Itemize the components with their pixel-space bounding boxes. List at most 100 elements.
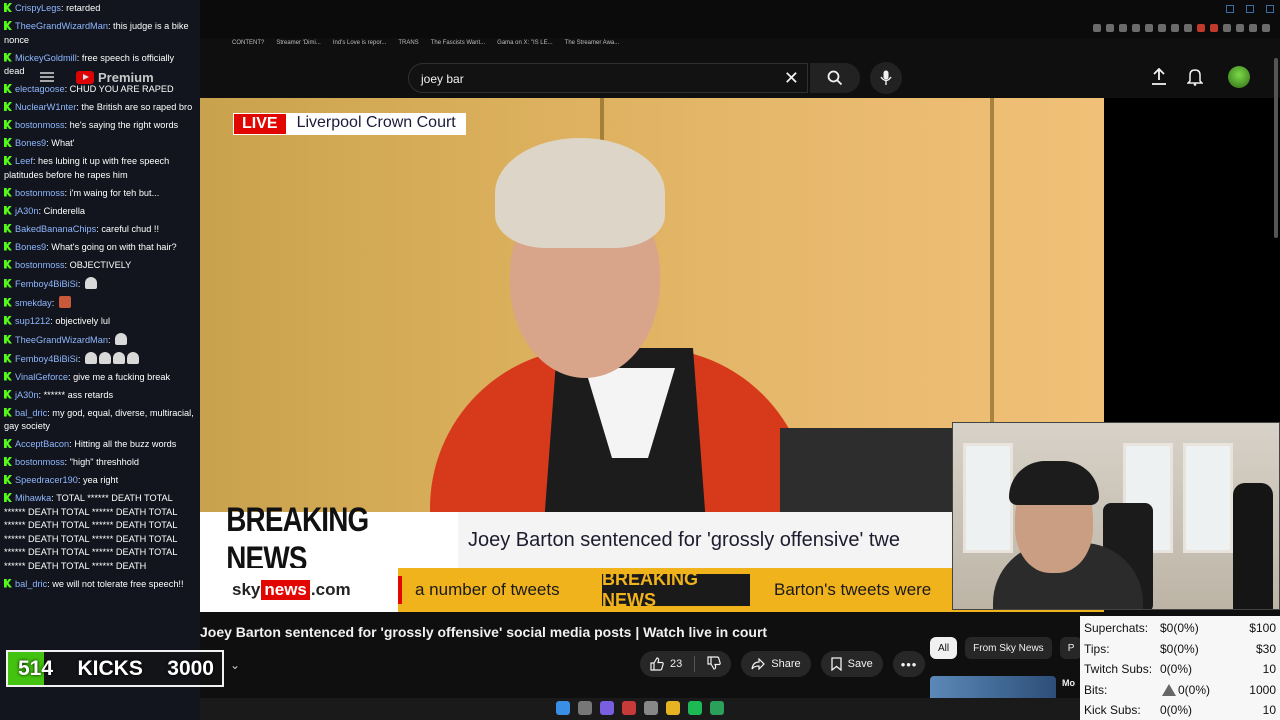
app-icon[interactable] <box>710 701 724 715</box>
bookmark-item[interactable]: Streamer 'Dimi... <box>276 40 320 54</box>
stat-value: 0(0%) <box>1160 683 1240 697</box>
kick-badge-icon <box>4 278 12 288</box>
stat-row: Twitch Subs: 0(0%) 10 <box>1084 659 1276 680</box>
filter-chip[interactable]: P <box>1059 637 1083 659</box>
browser-icon[interactable] <box>644 701 658 715</box>
chat-username[interactable]: BakedBananaChips <box>15 224 96 234</box>
chat-message: bostonmoss: he's saying the right words <box>4 119 196 133</box>
notifications-button[interactable] <box>1184 66 1206 88</box>
chat-text: Cinderella <box>43 205 85 216</box>
judge-wig <box>495 138 665 248</box>
chat-text: we will not tolerate free speech!! <box>52 578 184 589</box>
close-window-icon[interactable] <box>1266 5 1274 13</box>
discord-icon[interactable] <box>600 701 614 715</box>
search-input[interactable]: joey bar ✕ <box>408 63 808 93</box>
chat-username[interactable]: bostonmoss <box>15 120 65 130</box>
chat-separator: : <box>107 334 114 345</box>
youtube-premium-logo[interactable]: Premium <box>76 70 154 85</box>
chat-username[interactable]: Leef <box>15 156 33 166</box>
related-video-title[interactable]: Mo <box>1062 678 1075 688</box>
kick-badge-icon <box>4 315 12 325</box>
search-button[interactable] <box>810 63 860 93</box>
more-actions-button[interactable]: ••• <box>892 651 926 677</box>
minimize-icon[interactable] <box>1226 5 1234 13</box>
shield-icon[interactable] <box>1145 24 1153 32</box>
location-label: Liverpool Crown Court <box>286 113 466 135</box>
bookmark-item[interactable]: CONTENT? <box>232 40 264 54</box>
chat-separator: : <box>51 297 57 308</box>
taskbar-search-icon[interactable] <box>578 701 592 715</box>
chat-username[interactable]: Bones9 <box>15 138 46 148</box>
chat-username[interactable]: AcceptBacon <box>15 439 69 449</box>
zoom-icon[interactable] <box>1093 24 1101 32</box>
chat-username[interactable]: bostonmoss <box>15 457 65 467</box>
windows-start-icon[interactable] <box>556 701 570 715</box>
chat-username[interactable]: CrispyLegs <box>15 3 61 13</box>
extension-icon[interactable] <box>1106 24 1114 32</box>
chat-username[interactable]: bal_dric <box>15 579 47 589</box>
extension-icon[interactable] <box>1171 24 1179 32</box>
chat-text: retarded <box>66 3 101 13</box>
chat-username[interactable]: TheeGrandWizardMan <box>15 21 108 31</box>
filter-chip[interactable]: All <box>930 637 958 659</box>
menu-icon[interactable] <box>40 72 54 82</box>
extension-icon[interactable] <box>1184 24 1192 32</box>
chat-username[interactable]: MickeyGoldmill <box>15 53 77 63</box>
obs-icon[interactable] <box>622 701 636 715</box>
download-icon[interactable] <box>1223 24 1231 32</box>
chevron-down-icon[interactable]: ⌄ <box>230 658 240 672</box>
save-button[interactable]: Save <box>820 651 883 677</box>
chat-username[interactable]: sup1212 <box>15 316 50 326</box>
window-controls[interactable] <box>1226 5 1274 13</box>
voice-search-button[interactable] <box>870 62 902 94</box>
folder-icon[interactable] <box>666 701 680 715</box>
maximize-icon[interactable] <box>1246 5 1254 13</box>
chat-username[interactable]: bostonmoss <box>15 260 65 270</box>
live-label: LIVE <box>233 113 287 135</box>
clear-search-icon[interactable]: ✕ <box>784 68 799 89</box>
chat-username[interactable]: Mihawka <box>15 493 51 503</box>
share-button[interactable]: Share <box>741 651 811 677</box>
avatar[interactable] <box>1228 66 1250 88</box>
spotify-icon[interactable] <box>688 701 702 715</box>
chat-username[interactable]: jA30n <box>15 390 39 400</box>
extension-icon[interactable] <box>1132 24 1140 32</box>
chat-username[interactable]: Speedracer190 <box>15 475 78 485</box>
warning-icon <box>1162 683 1176 696</box>
chat-username[interactable]: VinalGeforce <box>15 372 68 382</box>
page-scrollbar[interactable] <box>1274 58 1278 238</box>
filter-chip[interactable]: From Sky News <box>965 637 1052 659</box>
chat-username[interactable]: TheeGrandWizardMan <box>15 335 108 345</box>
dislike-button[interactable] <box>707 655 722 673</box>
extension-icon[interactable] <box>1158 24 1166 32</box>
search-value[interactable]: joey bar <box>421 72 464 86</box>
chat-username[interactable]: bal_dric <box>15 408 47 418</box>
extension-icon[interactable] <box>1119 24 1127 32</box>
stat-value-text: $0(0%) <box>1160 641 1199 656</box>
chat-username[interactable]: Femboy4BiBiSi <box>15 354 78 364</box>
chat-username[interactable]: jA30n <box>15 206 39 216</box>
chat-username[interactable]: bostonmoss <box>15 188 65 198</box>
profile-icon[interactable] <box>1249 24 1257 32</box>
extension-icon[interactable] <box>1210 24 1218 32</box>
like-button[interactable]: 23 <box>650 657 682 671</box>
chat-username[interactable]: smekday <box>15 298 52 308</box>
upload-icon <box>1152 68 1166 85</box>
bookmark-item[interactable]: The Fascists Want... <box>431 40 485 54</box>
chat-overlay: CrispyLegs: retarded TheeGrandWizardMan: … <box>0 0 200 720</box>
stat-label: Twitch Subs: <box>1084 662 1153 677</box>
bookmark-item[interactable]: Gama on X: "IS LE... <box>497 40 553 54</box>
record-icon[interactable] <box>1197 24 1205 32</box>
menu-icon[interactable] <box>1262 24 1270 32</box>
upload-button[interactable] <box>1148 66 1170 88</box>
puzzle-icon[interactable] <box>1236 24 1244 32</box>
bookmark-item[interactable]: The Streamer Awa... <box>565 40 620 54</box>
bookmark-item[interactable]: Ind's Love is repor... <box>333 40 387 54</box>
chat-message: Leef: hes lubing it up with free speech … <box>4 155 196 182</box>
bookmark-item[interactable]: TRANS <box>398 40 418 54</box>
chat-username[interactable]: NuclearW1nter <box>15 102 76 112</box>
chat-username[interactable]: Bones9 <box>15 242 46 252</box>
chat-username[interactable]: Femboy4BiBiSi <box>15 279 78 289</box>
extension-icons[interactable] <box>1093 24 1270 32</box>
chat-username[interactable]: electagoose <box>15 84 65 94</box>
